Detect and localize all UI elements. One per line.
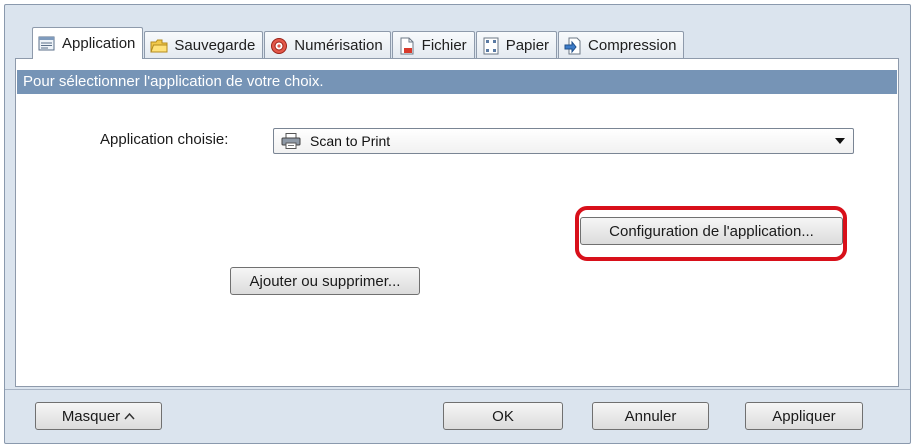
- tab-sauvegarde[interactable]: Sauvegarde: [144, 31, 264, 59]
- highlight-annotation: [575, 206, 847, 261]
- printer-icon: [281, 133, 301, 149]
- add-remove-button[interactable]: Ajouter ou supprimer...: [230, 267, 420, 295]
- tab-label: Papier: [505, 37, 550, 54]
- tab-papier[interactable]: Papier: [475, 31, 558, 59]
- application-label: Application choisie:: [100, 131, 229, 148]
- application-icon: [38, 35, 56, 53]
- cancel-button[interactable]: Annuler: [592, 402, 709, 430]
- tab-bar: Application Sauvegarde Numérisation Fich…: [32, 27, 685, 59]
- tab-numerisation[interactable]: Numérisation: [264, 31, 391, 59]
- settings-dialog: Application Sauvegarde Numérisation Fich…: [4, 4, 911, 444]
- paper-icon: [482, 37, 500, 55]
- footer-divider: [5, 389, 910, 390]
- tab-application[interactable]: Application: [32, 27, 144, 59]
- tab-label: Compression: [588, 37, 677, 54]
- scan-icon: [270, 37, 288, 55]
- apply-button[interactable]: Appliquer: [745, 402, 863, 430]
- tab-compression[interactable]: Compression: [558, 31, 685, 59]
- compression-icon: [564, 37, 582, 55]
- tab-label: Fichier: [421, 37, 467, 54]
- tab-label: Sauvegarde: [174, 37, 256, 54]
- chevron-down-icon[interactable]: [835, 138, 845, 144]
- tab-label: Numérisation: [294, 37, 383, 54]
- hide-button-label: Masquer: [61, 407, 121, 425]
- application-panel: Pour sélectionner l'application de votre…: [15, 58, 899, 387]
- ok-button[interactable]: OK: [443, 402, 563, 430]
- folder-icon: [150, 37, 168, 55]
- tab-fichier[interactable]: Fichier: [391, 31, 475, 59]
- selected-application: Scan to Print: [310, 133, 391, 149]
- tab-label: Application: [62, 35, 136, 52]
- panel-description: Pour sélectionner l'application de votre…: [17, 70, 897, 94]
- hide-button[interactable]: Masquer: [35, 402, 162, 430]
- chevron-up-icon: [124, 412, 135, 420]
- application-select[interactable]: Scan to Print: [273, 128, 854, 154]
- file-icon: [398, 37, 416, 55]
